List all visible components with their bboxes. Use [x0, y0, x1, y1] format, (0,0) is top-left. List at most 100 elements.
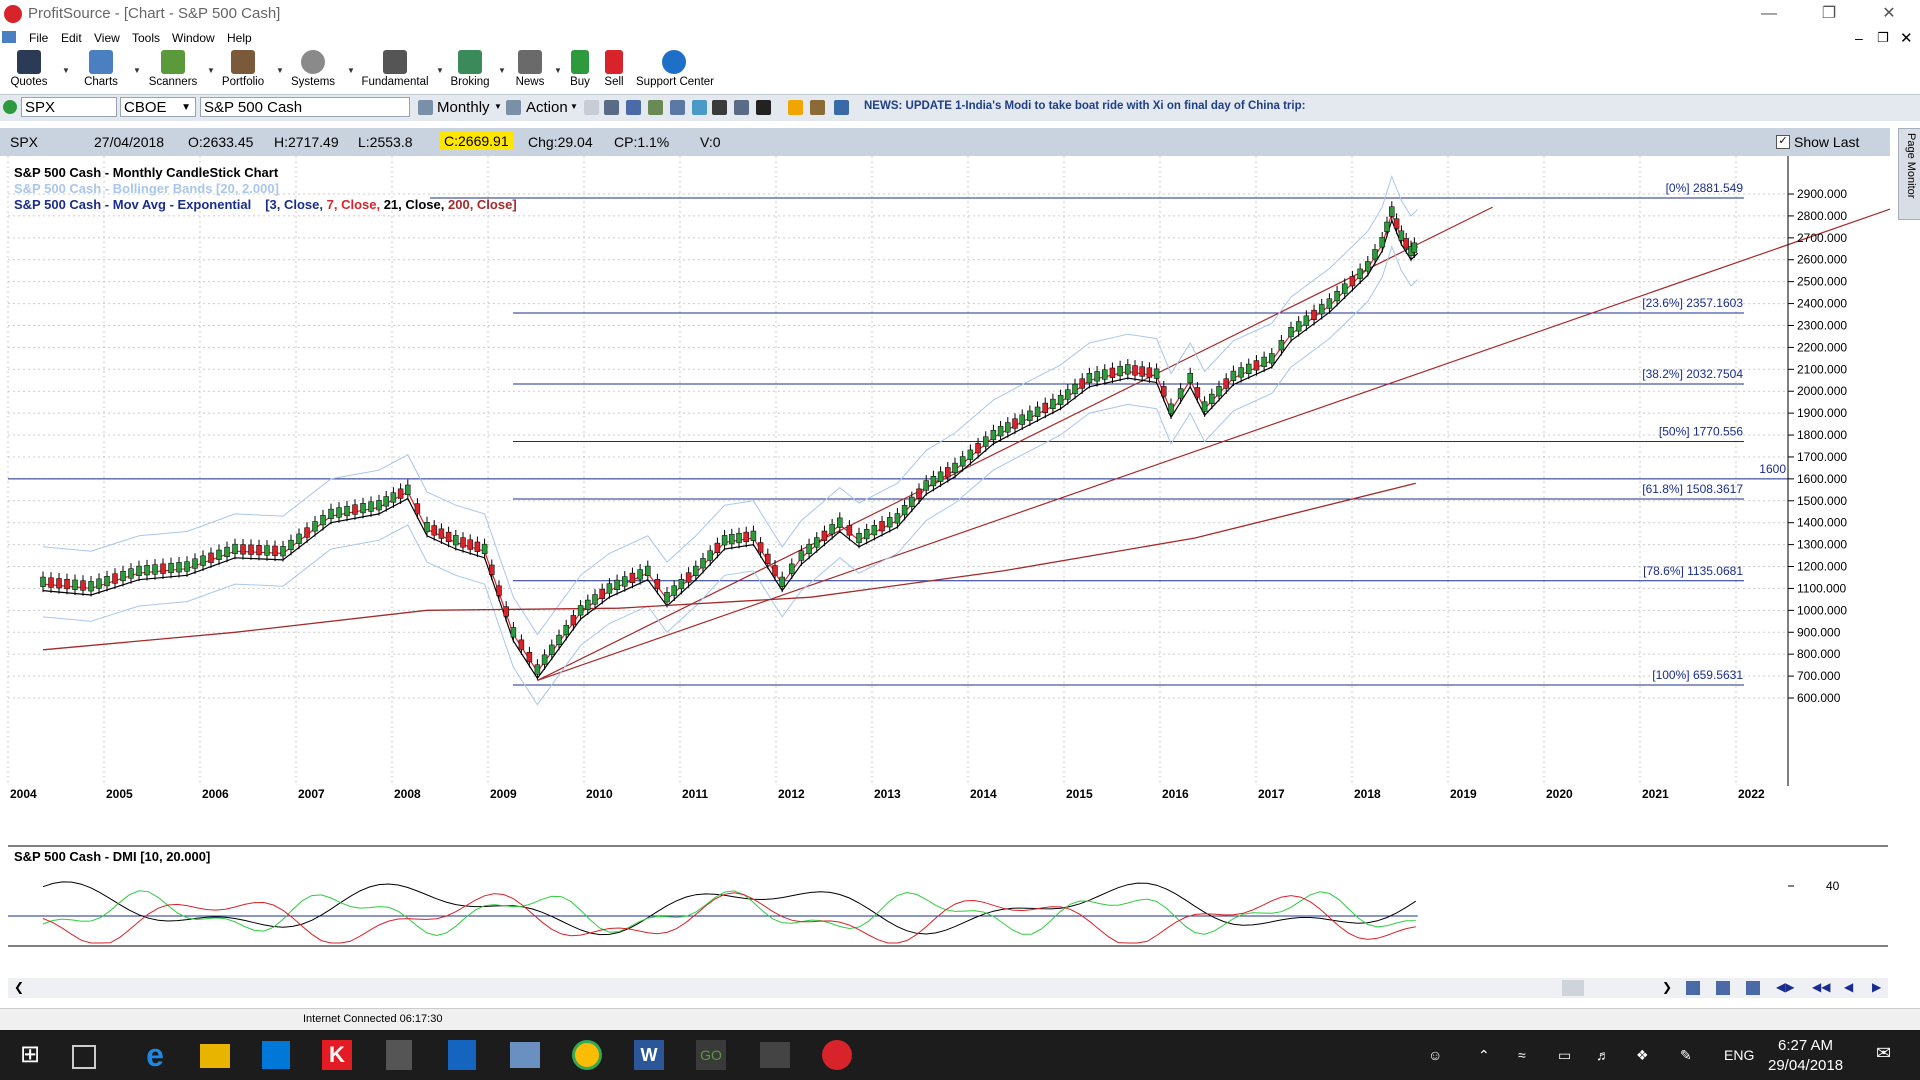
- candle-body: [1005, 422, 1011, 433]
- child-restore-icon[interactable]: ❐: [1877, 30, 1889, 46]
- systems-dropdown-icon[interactable]: ▼: [347, 66, 355, 75]
- notifications-icon[interactable]: ✉: [1876, 1043, 1891, 1064]
- star-icon[interactable]: [788, 100, 803, 115]
- language-indicator[interactable]: ENG: [1724, 1047, 1754, 1063]
- menu-file[interactable]: File: [29, 31, 48, 45]
- battery-icon[interactable]: ▭: [1558, 1047, 1571, 1064]
- wifi-icon[interactable]: ≈: [1518, 1047, 1526, 1063]
- scroll-thumb[interactable]: [1562, 980, 1584, 996]
- sell-button[interactable]: Sell: [600, 50, 628, 90]
- news-dropdown-icon[interactable]: ▼: [554, 66, 562, 75]
- action-dropdown-icon[interactable]: ▼: [570, 102, 578, 111]
- portfolio-button[interactable]: Portfolio: [218, 50, 268, 90]
- security-name-field[interactable]: S&P 500 Cash: [200, 97, 410, 117]
- systems-button[interactable]: Systems: [288, 50, 338, 90]
- broking-button[interactable]: Broking: [448, 50, 492, 90]
- app-menu-icon[interactable]: [2, 31, 16, 43]
- page-monitor-tab[interactable]: Page Monitor: [1898, 128, 1920, 220]
- defender-icon[interactable]: [448, 1040, 476, 1070]
- support-center-button[interactable]: Support Center: [636, 50, 714, 90]
- period-select[interactable]: Monthly: [437, 99, 490, 116]
- go-first-icon[interactable]: ◀◀: [1812, 980, 1830, 994]
- step-back-icon[interactable]: ◀: [1844, 980, 1853, 994]
- exchange-select[interactable]: CBOE ▼: [120, 97, 196, 117]
- y-tick-label: 2800.000: [1797, 209, 1847, 223]
- broking-dropdown-icon[interactable]: ▼: [498, 66, 506, 75]
- edge-icon[interactable]: e: [137, 1037, 173, 1073]
- candle-body: [376, 500, 382, 511]
- file-explorer-icon[interactable]: [200, 1044, 230, 1068]
- people-icon[interactable]: ☺: [1428, 1047, 1442, 1063]
- volume-icon[interactable]: ♬: [1596, 1047, 1610, 1063]
- dropbox-icon[interactable]: ❖: [1636, 1047, 1649, 1064]
- tool-bulb-icon[interactable]: [692, 100, 707, 115]
- period-dropdown-icon[interactable]: ▼: [494, 102, 502, 111]
- fundamental-dropdown-icon[interactable]: ▼: [436, 66, 444, 75]
- quotes-dropdown-icon[interactable]: ▼: [62, 66, 70, 75]
- fundamental-button[interactable]: Fundamental: [360, 50, 430, 90]
- candle-body: [489, 564, 495, 575]
- menu-tools[interactable]: Tools: [132, 31, 160, 45]
- scanners-dropdown-icon[interactable]: ▼: [207, 66, 215, 75]
- zoom-out-icon[interactable]: [1716, 981, 1730, 995]
- tool-zoom-icon[interactable]: [648, 100, 663, 115]
- candle-body: [534, 664, 541, 675]
- menu-window[interactable]: Window: [172, 31, 215, 45]
- portfolio-dropdown-icon[interactable]: ▼: [276, 66, 284, 75]
- tool-crosshair-icon[interactable]: [604, 100, 619, 115]
- close-icon[interactable]: ✕: [1866, 2, 1912, 26]
- tool-layout-icon[interactable]: [670, 100, 685, 115]
- tool-flag-icon[interactable]: [834, 100, 849, 115]
- news-ticker[interactable]: NEWS: UPDATE 1-India's Modi to take boat…: [864, 100, 1305, 112]
- chrome-icon[interactable]: [572, 1040, 602, 1070]
- tool-indicator-icon[interactable]: [734, 100, 749, 115]
- show-hidden-icons-icon[interactable]: ⌃: [1478, 1047, 1490, 1064]
- candle-body: [837, 517, 843, 528]
- menu-view[interactable]: View: [94, 31, 120, 45]
- zoom-in-icon[interactable]: [1686, 981, 1700, 995]
- show-last-checkbox[interactable]: ✓: [1776, 135, 1790, 149]
- candle-body: [622, 576, 628, 587]
- zoom-reset-icon[interactable]: [1746, 981, 1760, 995]
- network-app-icon[interactable]: [510, 1042, 540, 1068]
- x-tick-label: 2022: [1738, 787, 1765, 801]
- child-minimize-icon[interactable]: –: [1855, 30, 1863, 46]
- tool-binoculars-icon[interactable]: [756, 100, 771, 115]
- tool-print-icon[interactable]: [626, 100, 641, 115]
- child-close-icon[interactable]: ✕: [1900, 29, 1913, 47]
- charts-button[interactable]: Charts: [80, 50, 122, 90]
- chart-scrollbar[interactable]: ❮ ❯ ◀▶ ◀◀ ◀ ▶: [8, 978, 1888, 998]
- kaspersky-icon[interactable]: K: [322, 1040, 352, 1070]
- fit-icon[interactable]: ◀▶: [1776, 980, 1794, 994]
- menu-edit[interactable]: Edit: [61, 31, 82, 45]
- scroll-right-icon[interactable]: ❯: [1662, 980, 1672, 994]
- action-menu[interactable]: Action: [526, 99, 568, 116]
- restore-icon[interactable]: ❐: [1806, 2, 1852, 26]
- go-icon[interactable]: [3, 100, 17, 114]
- pen-icon[interactable]: ✎: [1680, 1047, 1692, 1064]
- charts-dropdown-icon[interactable]: ▼: [133, 66, 141, 75]
- tool-hammer-icon[interactable]: [712, 100, 727, 115]
- buy-button[interactable]: Buy: [566, 50, 594, 90]
- news-button[interactable]: News: [510, 50, 550, 90]
- task-view-icon[interactable]: [72, 1045, 96, 1069]
- calculator-icon[interactable]: [386, 1040, 412, 1070]
- tool-blank-icon[interactable]: [584, 100, 599, 115]
- minimize-icon[interactable]: —: [1746, 2, 1792, 26]
- menu-help[interactable]: Help: [227, 31, 252, 45]
- camera-icon[interactable]: [760, 1042, 790, 1068]
- price-chart[interactable]: [0%] 2881.549 [23.6%] 2357.1603 [38.2%] 20…: [0, 156, 1890, 976]
- go-app-icon[interactable]: GO: [696, 1040, 726, 1070]
- store-icon[interactable]: [262, 1041, 290, 1069]
- symbol-input[interactable]: SPX: [21, 97, 117, 117]
- scanners-button[interactable]: Scanners: [148, 50, 198, 90]
- quotes-button[interactable]: Quotes: [8, 50, 50, 90]
- step-forward-icon[interactable]: ▶: [1872, 980, 1881, 994]
- profitsource-taskbar-icon[interactable]: [822, 1040, 852, 1070]
- candle-body: [160, 563, 166, 574]
- scroll-left-icon[interactable]: ❮: [14, 980, 24, 994]
- windows-start-icon[interactable]: ⊞: [12, 1037, 48, 1073]
- word-icon[interactable]: W: [634, 1040, 664, 1070]
- clock[interactable]: 6:27 AM 29/04/2018: [1768, 1036, 1843, 1076]
- tool-pen-icon[interactable]: [810, 100, 825, 115]
